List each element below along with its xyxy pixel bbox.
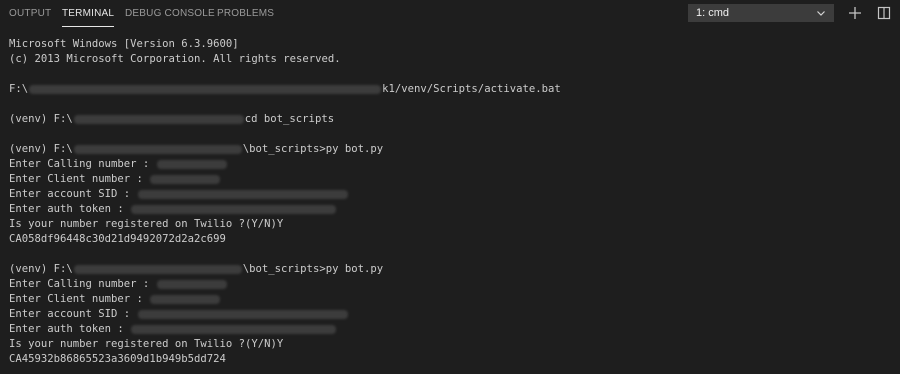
terminal-line: Enter account SID :	[9, 187, 890, 202]
activate-prefix: F:\	[9, 83, 29, 95]
client-label: Enter Client number :	[9, 293, 143, 305]
plus-icon[interactable]	[847, 5, 863, 21]
tab-terminal[interactable]: TERMINAL	[62, 8, 115, 27]
redacted-value	[156, 159, 227, 169]
token-label: Enter auth token :	[9, 323, 124, 335]
sid-label: Enter account SID :	[9, 188, 131, 200]
terminal-line: CA45932b86865523a3609d1b949b5dd724	[9, 352, 890, 367]
terminal-line: (c) 2013 Microsoft Corporation. All righ…	[9, 52, 890, 67]
sid-label: Enter account SID :	[9, 308, 131, 320]
terminal-line: (venv) F:\ cd bot_scripts	[9, 112, 890, 127]
copyright-text: (c) 2013 Microsoft Corporation. All righ…	[9, 53, 341, 65]
tab-problems[interactable]: PROBLEMS	[217, 8, 274, 20]
terminal-select-value: 1: cmd	[696, 7, 730, 19]
calling-label: Enter Calling number :	[9, 158, 150, 170]
activate-suffix: k1/venv/Scripts/activate.bat	[382, 83, 561, 95]
run-prefix: (venv) F:\	[9, 263, 73, 275]
cd-suffix: cd bot_scripts	[244, 113, 335, 125]
redacted-value	[131, 324, 337, 334]
version-text: Microsoft Windows [Version 6.3.9600]	[9, 38, 239, 50]
terminal-line: Microsoft Windows [Version 6.3.9600]	[9, 37, 890, 52]
redacted-value	[150, 174, 221, 184]
terminal-line: Enter Client number :	[9, 172, 890, 187]
terminal-line: F:\ k1/venv/Scripts/activate.bat	[9, 82, 890, 97]
call-sid: CA45932b86865523a3609d1b949b5dd724	[9, 353, 226, 365]
redacted-value	[131, 204, 337, 214]
tab-debug-console[interactable]: DEBUG CONSOLE	[125, 8, 215, 20]
terminal-panel: OUTPUT TERMINAL DEBUG CONSOLE PROBLEMS 1…	[0, 0, 900, 374]
terminal-select[interactable]: 1: cmd	[688, 4, 834, 22]
run-suffix: \bot_scripts>py bot.py	[242, 143, 384, 155]
terminal-line: Enter Calling number :	[9, 277, 890, 292]
terminal-line: (venv) F:\ \bot_scripts>py bot.py	[9, 262, 890, 277]
redacted-value	[137, 189, 348, 199]
terminal-line: (venv) F:\ \bot_scripts>py bot.py	[9, 142, 890, 157]
client-label: Enter Client number :	[9, 173, 143, 185]
terminal-line: Enter account SID :	[9, 307, 890, 322]
terminal-line: Enter auth token :	[9, 202, 890, 217]
tab-output[interactable]: OUTPUT	[9, 8, 51, 20]
terminal-line: Enter auth token :	[9, 322, 890, 337]
registered-text: Is your number registered on Twilio ?(Y/…	[9, 338, 284, 350]
terminal-output[interactable]: Microsoft Windows [Version 6.3.9600] (c)…	[9, 37, 890, 367]
redacted-path	[73, 264, 242, 274]
call-sid: CA058df96448c30d21d9492072d2a2c699	[9, 233, 226, 245]
cd-prefix: (venv) F:\	[9, 113, 73, 125]
split-icon[interactable]	[876, 5, 892, 21]
chevron-down-icon	[817, 11, 825, 16]
calling-label: Enter Calling number :	[9, 278, 150, 290]
redacted-path	[29, 84, 382, 94]
registered-text: Is your number registered on Twilio ?(Y/…	[9, 218, 284, 230]
terminal-line: Enter Calling number :	[9, 157, 890, 172]
run-suffix: \bot_scripts>py bot.py	[242, 263, 384, 275]
terminal-line: Is your number registered on Twilio ?(Y/…	[9, 337, 890, 352]
panel-tab-bar: OUTPUT TERMINAL DEBUG CONSOLE PROBLEMS 1…	[0, 0, 900, 28]
redacted-path	[73, 114, 244, 124]
redacted-value	[156, 279, 227, 289]
redacted-path	[73, 144, 242, 154]
redacted-value	[150, 294, 221, 304]
terminal-line: Enter Client number :	[9, 292, 890, 307]
run-prefix: (venv) F:\	[9, 143, 73, 155]
terminal-line: CA058df96448c30d21d9492072d2a2c699	[9, 232, 890, 247]
token-label: Enter auth token :	[9, 203, 124, 215]
redacted-value	[137, 309, 348, 319]
terminal-line: Is your number registered on Twilio ?(Y/…	[9, 217, 890, 232]
